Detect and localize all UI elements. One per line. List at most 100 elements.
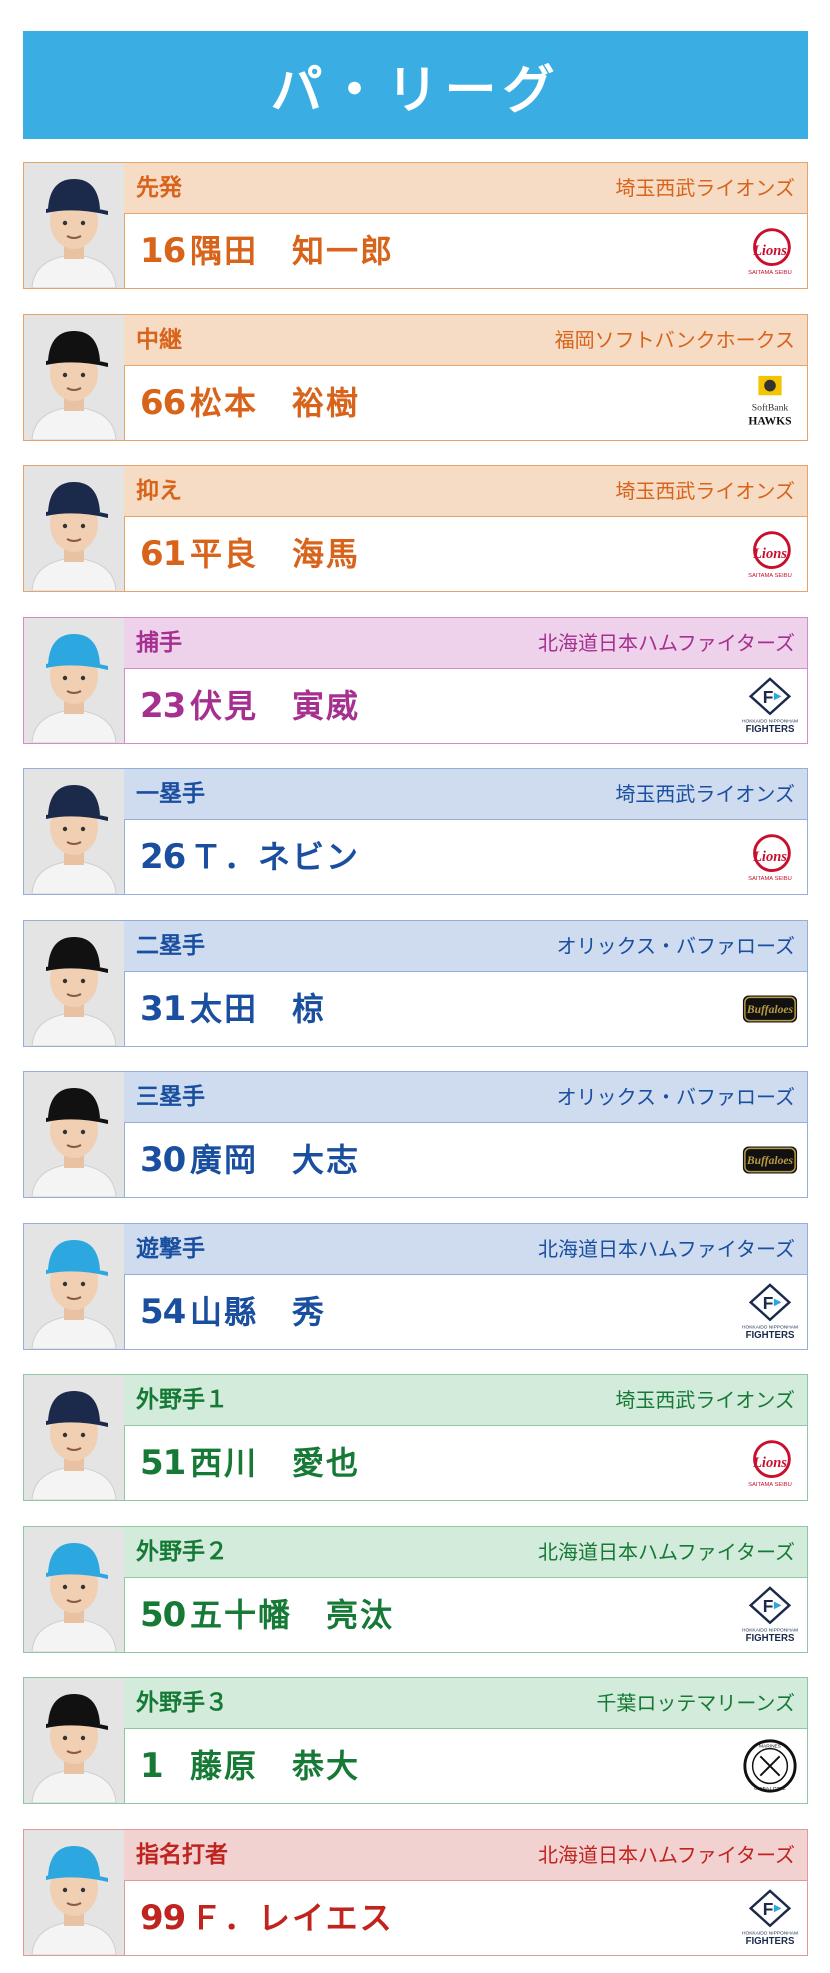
hawks-logo-icon: SoftBank HAWKS	[741, 374, 799, 432]
svg-text:SAITAMA SEIBU: SAITAMA SEIBU	[748, 270, 792, 276]
player-photo	[24, 1830, 125, 1955]
fighters-logo-icon: F HOKKAIDO NIPPONHAM FIGHTERS	[741, 1889, 799, 1947]
lions-logo-icon: Lions SAITAMA SEIBU	[741, 525, 799, 583]
svg-text:Buffaloes: Buffaloes	[746, 1003, 794, 1016]
player-name: Ｆ．レイエス	[190, 1899, 394, 1937]
uniform-number: 26	[140, 837, 186, 877]
player-info: 54 山縣 秀 F HOKKAIDO NIPPONHAM FIGHTERS	[124, 1275, 807, 1349]
position-band: 二塁手 オリックス・バファローズ	[124, 921, 807, 972]
position-band: 三塁手 オリックス・バファローズ	[124, 1072, 807, 1123]
position-label: 一塁手	[136, 781, 205, 807]
player-card[interactable]: 指名打者 北海道日本ハムファイターズ 99 Ｆ．レイエス F HOKKAIDO NIPPO…	[23, 1829, 808, 1956]
player-name: 松本 裕樹	[190, 384, 361, 422]
player-name: 隅田 知一郎	[190, 232, 395, 270]
team-name: 北海道日本ハムファイターズ	[538, 1540, 795, 1564]
uniform-number: 30	[140, 1140, 186, 1180]
position-label: 外野手２	[136, 1539, 228, 1565]
position-label: 外野手３	[136, 1690, 228, 1716]
team-name: 北海道日本ハムファイターズ	[538, 1843, 795, 1867]
position-label: 二塁手	[136, 933, 205, 959]
position-band: 遊撃手 北海道日本ハムファイターズ	[124, 1224, 807, 1275]
player-name: 山縣 秀	[190, 1293, 327, 1331]
player-name: 太田 椋	[190, 990, 327, 1028]
svg-text:SAITAMA SEIBU: SAITAMA SEIBU	[748, 573, 792, 579]
player-card[interactable]: 抑え 埼玉西武ライオンズ 61 平良 海馬 Lions SAITAMA SEIBU	[23, 465, 808, 592]
player-info: 23 伏見 寅威 F HOKKAIDO NIPPONHAM FIGHTERS	[124, 669, 807, 743]
player-info: 31 太田 椋 Buffaloes	[124, 972, 807, 1046]
player-name: 廣岡 大志	[190, 1141, 361, 1179]
position-label: 捕手	[136, 630, 182, 656]
player-card[interactable]: 二塁手 オリックス・バファローズ 31 太田 椋 Buffaloes	[23, 920, 808, 1047]
svg-text:FIGHTERS: FIGHTERS	[746, 1330, 795, 1341]
svg-text:FIGHTERS: FIGHTERS	[746, 1633, 795, 1644]
svg-text:SAITAMA SEIBU: SAITAMA SEIBU	[748, 876, 792, 882]
player-name: Ｔ．ネビン	[190, 838, 361, 876]
svg-text:CHIBA LOTTE: CHIBA LOTTE	[754, 1786, 786, 1792]
fighters-logo-icon: F HOKKAIDO NIPPONHAM FIGHTERS	[741, 1586, 799, 1644]
player-card[interactable]: 捕手 北海道日本ハムファイターズ 23 伏見 寅威 F HOKKAIDO NIPPONHA…	[23, 617, 808, 744]
marines-logo-icon: MARINES CHIBA LOTTE	[741, 1737, 799, 1795]
team-name: 北海道日本ハムファイターズ	[538, 631, 795, 655]
player-card[interactable]: 遊撃手 北海道日本ハムファイターズ 54 山縣 秀 F HOKKAIDO NIPPONHA…	[23, 1223, 808, 1350]
lions-logo-icon: Lions SAITAMA SEIBU	[741, 1434, 799, 1492]
buffaloes-logo-icon: Buffaloes	[741, 980, 799, 1038]
lions-logo-icon: Lions SAITAMA SEIBU	[741, 222, 799, 280]
player-name: 伏見 寅威	[190, 687, 361, 725]
player-photo	[24, 1678, 125, 1803]
player-photo	[24, 1224, 125, 1349]
position-label: 先発	[136, 175, 182, 201]
position-label: 三塁手	[136, 1084, 205, 1110]
svg-text:Lions: Lions	[752, 546, 787, 562]
player-name: 藤原 恭大	[190, 1747, 361, 1785]
team-name: 埼玉西武ライオンズ	[615, 1388, 795, 1412]
svg-text:MARINES: MARINES	[759, 1744, 781, 1750]
position-label: 外野手１	[136, 1387, 228, 1413]
player-info: 1 藤原 恭大 MARINES CHIBA LOTTE	[124, 1729, 807, 1803]
player-info: 16 隅田 知一郎 Lions SAITAMA SEIBU	[124, 214, 807, 288]
player-photo	[24, 921, 125, 1046]
player-card[interactable]: 中継 福岡ソフトバンクホークス 66 松本 裕樹 SoftBank HAWKS	[23, 314, 808, 441]
player-name: 平良 海馬	[190, 535, 361, 573]
position-band: 先発 埼玉西武ライオンズ	[124, 163, 807, 214]
player-info: 99 Ｆ．レイエス F HOKKAIDO NIPPONHAM FIGHTERS	[124, 1881, 807, 1955]
svg-text:Lions: Lions	[752, 849, 787, 865]
position-band: 捕手 北海道日本ハムファイターズ	[124, 618, 807, 669]
svg-text:FIGHTERS: FIGHTERS	[746, 1936, 795, 1947]
svg-text:F: F	[763, 687, 774, 707]
team-name: オリックス・バファローズ	[556, 934, 795, 958]
player-photo	[24, 315, 125, 440]
league-header: パ・リーグ	[23, 31, 808, 139]
svg-text:Lions: Lions	[752, 1455, 787, 1471]
uniform-number: 99	[140, 1898, 186, 1938]
position-label: 遊撃手	[136, 1236, 205, 1262]
team-name: 北海道日本ハムファイターズ	[538, 1237, 795, 1261]
player-info: 50 五十幡 亮汰 F HOKKAIDO NIPPONHAM FIGHTERS	[124, 1578, 807, 1652]
svg-text:F: F	[763, 1596, 774, 1616]
position-band: 指名打者 北海道日本ハムファイターズ	[124, 1830, 807, 1881]
team-name: 埼玉西武ライオンズ	[615, 782, 795, 806]
player-card[interactable]: 外野手３ 千葉ロッテマリーンズ 1 藤原 恭大 MARINES CHIBA LOTTE	[23, 1677, 808, 1804]
player-card[interactable]: 先発 埼玉西武ライオンズ 16 隅田 知一郎 Lions SAITAMA SEIBU	[23, 162, 808, 289]
player-photo	[24, 163, 125, 288]
position-label: 指名打者	[136, 1842, 228, 1868]
player-card[interactable]: 三塁手 オリックス・バファローズ 30 廣岡 大志 Buffaloes	[23, 1071, 808, 1198]
uniform-number: 23	[140, 686, 186, 726]
team-name: 千葉ロッテマリーンズ	[596, 1691, 795, 1715]
fighters-logo-icon: F HOKKAIDO NIPPONHAM FIGHTERS	[741, 677, 799, 735]
svg-text:F: F	[763, 1899, 774, 1919]
team-name: 福岡ソフトバンクホークス	[554, 328, 795, 352]
player-photo	[24, 618, 125, 743]
uniform-number: 54	[140, 1292, 186, 1332]
player-card[interactable]: 外野手１ 埼玉西武ライオンズ 51 西川 愛也 Lions SAITAMA SEIBU	[23, 1374, 808, 1501]
uniform-number: 31	[140, 989, 186, 1029]
uniform-number: 50	[140, 1595, 186, 1635]
player-card[interactable]: 一塁手 埼玉西武ライオンズ 26 Ｔ．ネビン Lions SAITAMA SEIBU	[23, 768, 808, 895]
svg-text:Lions: Lions	[752, 243, 787, 259]
player-photo	[24, 769, 125, 894]
position-label: 抑え	[136, 478, 182, 504]
position-band: 外野手２ 北海道日本ハムファイターズ	[124, 1527, 807, 1578]
svg-text:HAWKS: HAWKS	[748, 414, 791, 427]
position-band: 外野手３ 千葉ロッテマリーンズ	[124, 1678, 807, 1729]
player-card[interactable]: 外野手２ 北海道日本ハムファイターズ 50 五十幡 亮汰 F HOKKAIDO NIPPO…	[23, 1526, 808, 1653]
player-photo	[24, 1072, 125, 1197]
